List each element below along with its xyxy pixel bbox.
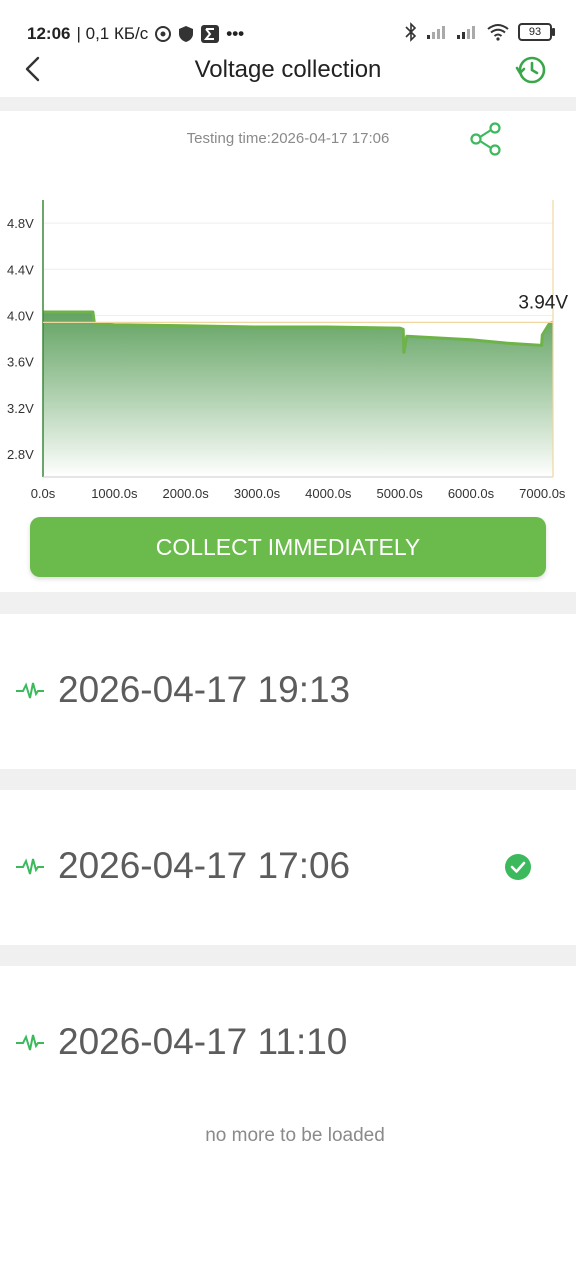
header-divider bbox=[0, 97, 576, 111]
record-item[interactable]: 2026-04-17 19:13 bbox=[0, 614, 576, 769]
record-divider bbox=[0, 945, 576, 966]
record-item[interactable]: 2026-04-17 11:10 bbox=[0, 966, 576, 1121]
battery-icon: 93 bbox=[518, 23, 555, 41]
current-value-label: 3.94V bbox=[518, 292, 568, 313]
collect-immediately-button[interactable]: COLLECT IMMEDIATELY bbox=[30, 517, 546, 577]
status-bar: 12:06 | 0,1 КБ/с ••• 93 bbox=[0, 0, 576, 44]
sigma-app-icon bbox=[201, 25, 220, 43]
x-tick-label: 6000.0s bbox=[448, 486, 495, 501]
record-date: 2026-04-17 11:10 bbox=[58, 1021, 348, 1062]
check-circle-icon bbox=[505, 854, 531, 880]
wifi-icon bbox=[487, 24, 509, 41]
section-divider bbox=[0, 592, 576, 614]
y-tick-label: 3.2V bbox=[7, 401, 34, 416]
shield-icon bbox=[179, 26, 194, 42]
record-item-selected[interactable]: 2026-04-17 17:06 bbox=[0, 790, 576, 945]
share-icon[interactable] bbox=[468, 121, 504, 157]
sync-icon bbox=[155, 26, 172, 42]
battery-level: 93 bbox=[528, 26, 542, 38]
y-tick-label: 4.4V bbox=[7, 262, 34, 277]
bluetooth-icon bbox=[405, 22, 417, 42]
x-tick-label: 5000.0s bbox=[377, 486, 424, 501]
x-tick-label: 4000.0s bbox=[305, 486, 352, 501]
x-tick-label: 0.0s bbox=[31, 486, 56, 501]
record-divider bbox=[0, 769, 576, 790]
y-tick-label: 2.8V bbox=[7, 447, 34, 462]
record-date: 2026-04-17 19:13 bbox=[58, 669, 351, 710]
no-more-text: no more to be loaded bbox=[205, 1125, 385, 1146]
y-tick-label: 4.8V bbox=[7, 216, 34, 231]
history-timer-icon[interactable] bbox=[514, 52, 548, 86]
pulse-icon bbox=[16, 858, 44, 875]
y-tick-label: 3.6V bbox=[7, 355, 34, 370]
x-tick-label: 7000.0s bbox=[519, 486, 566, 501]
cell-signal-icon-2 bbox=[457, 26, 475, 39]
more-notifications-icon: ••• bbox=[226, 24, 245, 43]
cell-signal-icon bbox=[427, 26, 445, 39]
pulse-icon bbox=[16, 682, 44, 699]
pulse-icon bbox=[16, 1034, 44, 1051]
app-bar: Voltage collection bbox=[0, 44, 576, 96]
status-time: 12:06 bbox=[27, 24, 71, 43]
series-area bbox=[43, 312, 553, 477]
page-title: Voltage collection bbox=[194, 56, 382, 83]
network-speed: | 0,1 КБ/с bbox=[76, 24, 149, 43]
record-date: 2026-04-17 17:06 bbox=[58, 845, 351, 886]
y-tick-label: 4.0V bbox=[7, 308, 34, 323]
x-tick-label: 3000.0s bbox=[234, 486, 281, 501]
voltage-chart: 2.8V 3.2V 3.6V 4.0V 4.4V 4.8V 0.0s 1000.0s 2000.… bbox=[7, 200, 568, 501]
x-tick-label: 1000.0s bbox=[91, 486, 138, 501]
x-tick-label: 2000.0s bbox=[163, 486, 210, 501]
